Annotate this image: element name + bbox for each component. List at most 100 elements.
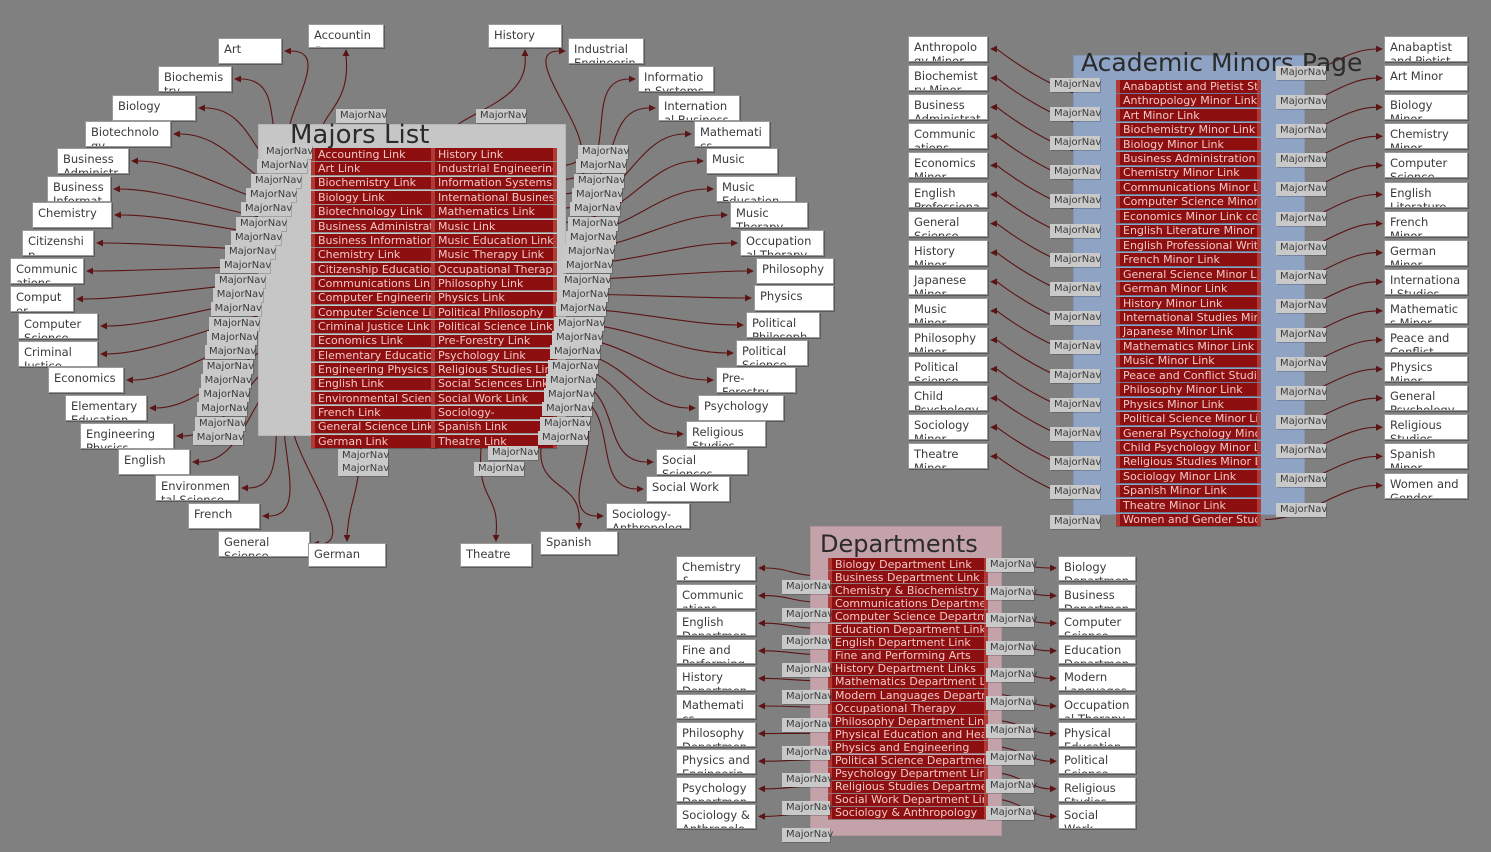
majornav-chip[interactable]: MajorNav	[782, 773, 833, 788]
minor-node-biochemistry-minor[interactable]: Biochemistry Minor	[908, 65, 988, 92]
majornav-chip[interactable]: MajorNav	[212, 288, 264, 302]
major-node-chemistry[interactable]: Chemistry	[32, 202, 112, 228]
minor-node-women-and-gender-studies[interactable]: Women and Gender Studies	[1384, 472, 1468, 499]
minor-node-international-studies-minor[interactable]: International Studies Minor	[1384, 268, 1468, 295]
majornav-chip[interactable]: MajorNav	[1050, 339, 1101, 354]
minor-link-spanish-minor-link[interactable]: Spanish Minor Link	[1116, 484, 1261, 498]
minor-link-religious-studies-minor-link[interactable]: Religious Studies Minor Link	[1116, 455, 1261, 469]
majornav-chip[interactable]: MajorNav	[336, 109, 387, 123]
minor-node-general-science-minor[interactable]: General Science Minor	[908, 210, 988, 237]
majornav-chip[interactable]: MajorNav	[192, 431, 244, 445]
minor-link-international-studies-minor[interactable]: International Studies Minor	[1116, 311, 1261, 324]
majornav-chip[interactable]: MajorNav	[338, 462, 389, 476]
department-node-social-work-department[interactable]: Social Work Department	[1058, 804, 1136, 830]
department-link-education-department-link[interactable]: Education Department Link	[828, 623, 988, 636]
majornav-chip[interactable]: MajorNav	[199, 388, 251, 403]
major-node-biochemistry[interactable]: Biochemistry	[158, 66, 232, 92]
department-node-philosophy-department[interactable]: Philosophy Department	[676, 721, 756, 747]
majornav-chip[interactable]: MajorNav	[1276, 269, 1327, 284]
major-link-english-link[interactable]: English Link	[311, 377, 437, 391]
department-node-biology-department[interactable]: Biology Department	[1058, 556, 1136, 581]
majornav-chip[interactable]: MajorNav	[782, 828, 833, 843]
majornav-chip[interactable]: MajorNav	[540, 416, 591, 431]
department-node-history-department[interactable]: History Department	[676, 666, 756, 692]
minor-link-theatre-minor-link[interactable]: Theatre Minor Link	[1116, 499, 1261, 512]
minor-node-religious-studies-minor[interactable]: Religious Studies Minor	[1384, 414, 1468, 441]
minor-link-french-minor-link[interactable]: French Minor Link	[1116, 253, 1261, 266]
major-node-theatre[interactable]: Theatre	[460, 543, 532, 567]
minor-node-english-literature[interactable]: English Literature	[1384, 181, 1468, 208]
minor-link-english-literature-minor-link[interactable]: English Literature Minor Link	[1116, 224, 1261, 237]
majornav-chip[interactable]: MajorNav	[1276, 386, 1327, 401]
majornav-chip[interactable]: MajorNav	[576, 159, 627, 174]
majornav-chip[interactable]: MajorNav	[1050, 427, 1101, 442]
minor-link-japanese-minor-link[interactable]: Japanese Minor Link	[1116, 325, 1261, 339]
majornav-chip[interactable]: MajorNav	[1276, 153, 1327, 168]
major-link-sociology[interactable]: Sociology-	[431, 406, 557, 419]
major-link-philosophy-link[interactable]: Philosophy Link	[431, 277, 557, 290]
department-link-psychology-department-link[interactable]: Psychology Department Link	[828, 767, 988, 780]
department-link-social-work-department-link[interactable]: Social Work Department Link	[828, 793, 988, 806]
major-node-communications[interactable]: Communications	[10, 258, 84, 284]
majornav-chip[interactable]: MajorNav	[782, 580, 833, 594]
majornav-chip[interactable]: MajorNav	[1050, 194, 1101, 209]
majornav-chip[interactable]: MajorNav	[1050, 369, 1101, 383]
major-link-social-sciences-link[interactable]: Social Sciences Link	[431, 377, 557, 391]
majornav-chip[interactable]: MajorNav	[474, 462, 525, 476]
major-link-engineering-physics[interactable]: Engineering Physics	[311, 363, 437, 376]
minor-node-physics-minor[interactable]: Physics Minor	[1384, 356, 1468, 383]
majornav-chip[interactable]: MajorNav	[197, 402, 248, 417]
minor-link-child-psychology-minor-link[interactable]: Child Psychology Minor Link	[1116, 441, 1261, 454]
minor-link-women-and-gender-studies[interactable]: Women and Gender Studies	[1116, 513, 1261, 526]
department-node-communications-department[interactable]: Communications Department	[676, 583, 756, 609]
major-node-biology[interactable]: Biology	[112, 95, 196, 121]
majornav-chip[interactable]: MajorNav	[1276, 124, 1327, 139]
majornav-chip[interactable]: MajorNav	[1276, 444, 1327, 459]
major-link-international-business[interactable]: International Business	[431, 191, 557, 204]
majornav-chip[interactable]: MajorNav	[1050, 310, 1101, 325]
major-link-information-systems[interactable]: Information Systems	[431, 176, 557, 190]
major-node-history[interactable]: History	[488, 24, 562, 48]
major-link-mathematics-link[interactable]: Mathematics Link	[431, 205, 557, 218]
majornav-chip[interactable]: MajorNav	[1050, 107, 1101, 122]
major-node-pre-forestry[interactable]: Pre-Forestry	[716, 367, 796, 393]
majornav-chip[interactable]: MajorNav	[986, 668, 1037, 683]
major-link-music-therapy-link[interactable]: Music Therapy Link	[431, 248, 557, 261]
department-link-physics-and-engineering[interactable]: Physics and Engineering	[828, 741, 988, 754]
majornav-chip[interactable]: MajorNav	[986, 585, 1037, 600]
majornav-chip[interactable]: MajorNav	[782, 745, 833, 760]
department-link-philosophy-department-link[interactable]: Philosophy Department Link	[828, 715, 988, 728]
major-node-citizenship-education[interactable]: Citizenship Education	[22, 230, 94, 256]
minor-node-chemistry-minor[interactable]: Chemistry Minor	[1384, 123, 1468, 150]
major-link-french-link[interactable]: French Link	[311, 406, 437, 419]
minor-node-communications-minor[interactable]: Communications Minor	[908, 123, 988, 150]
major-link-social-work-link[interactable]: Social Work Link	[431, 391, 557, 405]
major-link-pre-forestry-link[interactable]: Pre-Forestry Link	[431, 334, 557, 348]
minor-link-music-minor-link[interactable]: Music Minor Link	[1116, 354, 1261, 368]
majornav-chip[interactable]: MajorNav	[550, 345, 601, 360]
minor-link-biochemistry-minor-link[interactable]: Biochemistry Minor Link	[1116, 123, 1261, 136]
majornav-chip[interactable]: MajorNav	[548, 359, 599, 374]
majornav-chip[interactable]: MajorNav	[556, 302, 607, 317]
majornav-chip[interactable]: MajorNav	[225, 245, 276, 260]
major-link-computer-engineering[interactable]: Computer Engineering	[311, 291, 437, 304]
majornav-chip[interactable]: MajorNav	[251, 173, 302, 188]
minor-link-anabaptist-and-pietist-studies[interactable]: Anabaptist and Pietist Studies	[1116, 80, 1261, 93]
minor-node-mathematics-minor[interactable]: Mathematics Minor	[1384, 297, 1468, 324]
department-node-chemistry-biochemistry[interactable]: Chemistry & Biochemistry	[676, 556, 756, 581]
major-link-physics-link[interactable]: Physics Link	[431, 291, 557, 304]
minor-node-philosophy-minor[interactable]: Philosophy Minor	[908, 327, 988, 353]
department-link-fine-and-performing-arts[interactable]: Fine and Performing Arts	[828, 649, 988, 662]
majornav-chip[interactable]: MajorNav	[564, 245, 615, 260]
majornav-chip[interactable]: MajorNav	[1050, 281, 1101, 296]
minor-link-computer-science-minor-link[interactable]: Computer Science Minor Link	[1116, 195, 1261, 209]
major-link-chemistry-link[interactable]: Chemistry Link	[311, 248, 437, 261]
minor-node-history-minor[interactable]: History Minor	[908, 239, 988, 266]
major-node-general-science[interactable]: General Science	[218, 531, 310, 557]
major-link-political-philosophy[interactable]: Political Philosophy	[431, 305, 557, 319]
majornav-chip[interactable]: MajorNav	[542, 402, 593, 417]
majornav-chip[interactable]: MajorNav	[246, 187, 297, 202]
minor-node-german-minor[interactable]: German Minor	[1384, 239, 1468, 266]
majornav-chip[interactable]: MajorNav	[554, 316, 605, 331]
majornav-chip[interactable]: MajorNav	[574, 173, 625, 188]
